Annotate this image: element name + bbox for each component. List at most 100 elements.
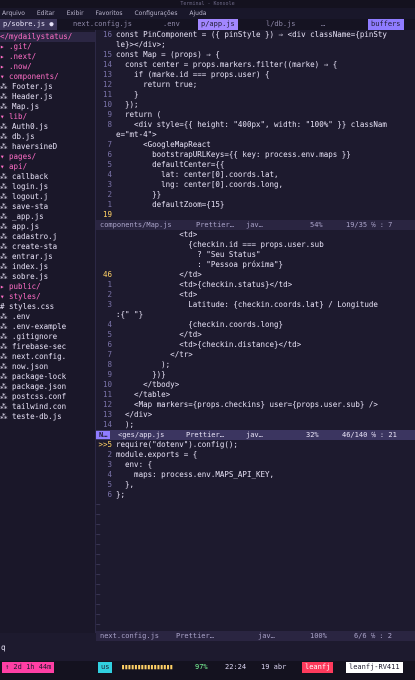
code-line[interactable]: 7 </tr> xyxy=(96,350,415,360)
code-line[interactable]: 3 lng: center[0].coords.long, xyxy=(96,180,415,190)
editor-pane-app[interactable]: <td> {checkin.id === props.user.sub ? "S… xyxy=(96,230,415,430)
code-line[interactable]: 5 defaultCenter={{ xyxy=(96,160,415,170)
command-line[interactable]: q xyxy=(0,643,415,661)
code-line[interactable]: 11 } xyxy=(96,90,415,100)
code-line[interactable]: 14 const center = props.markers.filter((… xyxy=(96,60,415,70)
tree-folder-item[interactable]: ▸ .git/ xyxy=(0,42,95,52)
code-line[interactable]: 46 </td> xyxy=(96,270,415,280)
editor-pane-next-config[interactable]: >>5 require("dotenv").config(); 2 module.ex… xyxy=(96,440,415,631)
code-line[interactable]: e="mt-4"> xyxy=(96,130,415,140)
tree-folder-item[interactable]: ▾ styles/ xyxy=(0,292,95,302)
menu-favoritos[interactable]: Favoritos xyxy=(95,10,122,17)
code-line[interactable]: 4 maps: process.env.MAPS_API_KEY, xyxy=(96,470,415,480)
code-line[interactable]: {checkin.id === props.user.sub xyxy=(96,240,415,250)
tree-file-item[interactable]: ⁂ .env xyxy=(0,312,95,322)
tree-file-item[interactable]: ⁂ create-sta xyxy=(0,242,95,252)
tree-folder-item[interactable]: ▾ lib/ xyxy=(0,112,95,122)
code-line[interactable]: 12 return true; xyxy=(96,80,415,90)
code-line[interactable]: 2 }} xyxy=(96,190,415,200)
code-line[interactable]: ? "Seu Status" xyxy=(96,250,415,260)
code-line[interactable]: 6}; xyxy=(96,490,415,500)
code-line[interactable]: 4 {checkin.coords.long} xyxy=(96,320,415,330)
tree-file-item[interactable]: ⁂ now.json xyxy=(0,362,95,372)
menu-arquivo[interactable]: Arquivo xyxy=(2,10,25,17)
tab-more[interactable]: … xyxy=(318,19,328,30)
tree-file-item[interactable]: ⁂ Auth0.js xyxy=(0,122,95,132)
code-line[interactable]: 1 defaultZoom={15} xyxy=(96,200,415,210)
code-line[interactable]: 6 bootstrapURLKeys={{ key: process.env.m… xyxy=(96,150,415,160)
menu-ajuda[interactable]: Ajuda xyxy=(189,10,206,17)
code-line[interactable]: 5 </td> xyxy=(96,330,415,340)
tree-file-item[interactable]: ⁂ package.json xyxy=(0,382,95,392)
code-line[interactable]: 9 return ( xyxy=(96,110,415,120)
tree-file-item[interactable]: ⁂ tailwind.con xyxy=(0,402,95,412)
tree-file-item[interactable]: ⁂ app.js xyxy=(0,222,95,232)
code-line[interactable]: 4 lat: center[0].coords.lat, xyxy=(96,170,415,180)
tab-db[interactable]: l/db.js xyxy=(263,19,299,30)
tree-folder-item[interactable]: ▾ api/ xyxy=(0,162,95,172)
code-line[interactable]: 15 const Map = (props) ⇒ { xyxy=(96,50,415,60)
tree-file-item[interactable]: ⁂ logout.j xyxy=(0,192,95,202)
code-line[interactable]: 11 </table> xyxy=(96,390,415,400)
code-line[interactable]: 6 <td>{checkin.distance}</td> xyxy=(96,340,415,350)
tree-folder-item[interactable]: ▸ .now/ xyxy=(0,62,95,72)
tree-file-item[interactable]: ⁂ Footer.js xyxy=(0,82,95,92)
code-line[interactable]: 13 </div> xyxy=(96,410,415,420)
tree-file-item[interactable]: ⁂ .gitignore xyxy=(0,332,95,342)
code-line[interactable]: 12 <Map markers={props.checkins} user={p… xyxy=(96,400,415,410)
tree-file-item[interactable]: ⁂ Header.js xyxy=(0,92,95,102)
code-line[interactable]: 19 xyxy=(96,210,415,220)
code-line[interactable]: 16 const PinComponent = ({ pinStyle }) ⇒ … xyxy=(96,30,415,40)
tab-app[interactable]: p/app.js xyxy=(198,19,238,30)
code-line[interactable]: 13 if (marke.id === props.user) { xyxy=(96,70,415,80)
code-line[interactable]: 8 ); xyxy=(96,360,415,370)
code-line[interactable]: :{" "} xyxy=(96,310,415,320)
menu-editar[interactable]: Editar xyxy=(37,10,55,17)
tree-file-item[interactable]: ⁂ db.js xyxy=(0,132,95,142)
code-line[interactable]: 1 <td>{checkin.status}</td> xyxy=(96,280,415,290)
code-line[interactable]: 2 <td> xyxy=(96,290,415,300)
tab-next-config[interactable]: next.config.js xyxy=(70,19,135,30)
code-line[interactable]: 7 <GoogleMapReact xyxy=(96,140,415,150)
code-line[interactable]: 3 env: { xyxy=(96,460,415,470)
code-line[interactable]: 3 Latitude: {checkin.coords.lat} / Longi… xyxy=(96,300,415,310)
code-line[interactable]: 10 }); xyxy=(96,100,415,110)
code-line[interactable]: 2 module.exports = { xyxy=(96,450,415,460)
tree-file-item[interactable]: ⁂ callback xyxy=(0,172,95,182)
tree-file-item[interactable]: ⁂ _app.js xyxy=(0,212,95,222)
code-line[interactable]: 5 }, xyxy=(96,480,415,490)
tree-folder-item[interactable]: ▾ components/ xyxy=(0,72,95,82)
code-line[interactable]: le}></div>; xyxy=(96,40,415,50)
menu-configuracoes[interactable]: Configurações xyxy=(134,10,177,17)
tab-env[interactable]: .env xyxy=(160,19,183,30)
tree-file-item[interactable]: ⁂ haversineD xyxy=(0,142,95,152)
tab-sobre[interactable]: p/sobre.js ● xyxy=(0,19,57,30)
tree-file-item[interactable]: ⁂ firebase-sec xyxy=(0,342,95,352)
code-line[interactable]: 8 <div style={{ height: "400px", width: … xyxy=(96,120,415,130)
tree-file-item[interactable]: ⁂ cadastro.j xyxy=(0,232,95,242)
tree-file-item[interactable]: ⁂ .env-example xyxy=(0,322,95,332)
code-line[interactable]: 9 })} xyxy=(96,370,415,380)
tree-file-item[interactable]: ⁂ index.js xyxy=(0,262,95,272)
code-line[interactable]: 10 </tbody> xyxy=(96,380,415,390)
tree-file-item[interactable]: ⁂ Map.js xyxy=(0,102,95,112)
tree-file-item[interactable]: ⁂ entrar.js xyxy=(0,252,95,262)
tree-folder-item[interactable]: </mydailystatus/ xyxy=(0,32,95,42)
tree-file-item[interactable]: ⁂ sobre.js xyxy=(0,272,95,282)
tree-file-item[interactable]: ⁂ teste-db.js xyxy=(0,412,95,422)
tree-folder-item[interactable]: ▸ .next/ xyxy=(0,52,95,62)
buffers-button[interactable]: buffers xyxy=(368,19,404,30)
code-line[interactable]: : "Pessoa próxima"} xyxy=(96,260,415,270)
code-line[interactable]: <td> xyxy=(96,230,415,240)
tree-file-item[interactable]: ⁂ package-lock xyxy=(0,372,95,382)
tree-folder-item[interactable]: ▸ public/ xyxy=(0,282,95,292)
tree-file-item[interactable]: ⁂ login.js xyxy=(0,182,95,192)
tree-file-item[interactable]: ⁂ save-sta xyxy=(0,202,95,212)
menu-exibir[interactable]: Exibir xyxy=(67,10,84,17)
editor-pane-map[interactable]: 16 const PinComponent = ({ pinStyle }) ⇒ … xyxy=(96,30,415,220)
tree-file-item[interactable]: ⁂ postcss.conf xyxy=(0,392,95,402)
code-line[interactable]: >>5 require("dotenv").config(); xyxy=(96,440,415,450)
tree-file-item[interactable]: ⁂ next.config. xyxy=(0,352,95,362)
code-line[interactable]: 14 ); xyxy=(96,420,415,430)
tree-folder-item[interactable]: ▾ pages/ xyxy=(0,152,95,162)
